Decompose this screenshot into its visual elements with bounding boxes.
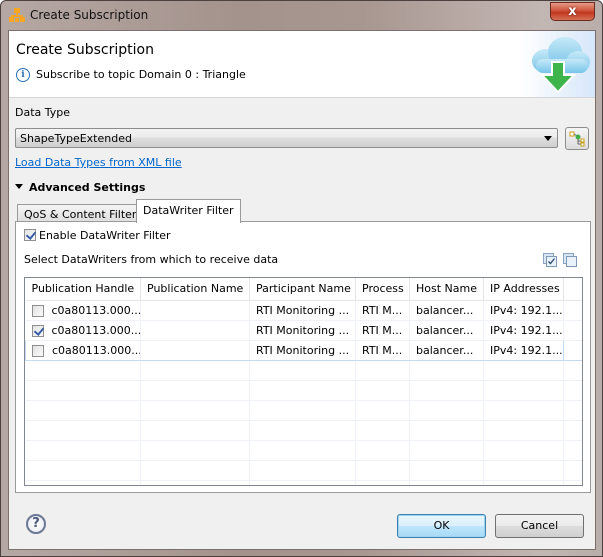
process: RTI M...	[355, 339, 410, 361]
data-type-label: Data Type	[15, 106, 71, 119]
ip-addresses: IPv4: 192.1...	[483, 339, 564, 361]
app-icon	[9, 8, 25, 22]
cancel-button[interactable]: Cancel	[495, 514, 584, 538]
close-icon: x	[568, 4, 577, 19]
header-title: Create Subscription	[16, 42, 154, 58]
host-name: balancer...	[409, 339, 484, 361]
tab-datawriter-filter[interactable]: DataWriter Filter	[136, 199, 241, 223]
host-name: balancer...	[409, 300, 484, 321]
participant-name: RTI Monitoring ...	[249, 339, 356, 361]
window-title: Create Subscription	[30, 8, 149, 22]
table-header-row: Publication Handle Publication Name Part…	[25, 278, 582, 301]
row-checkbox[interactable]	[31, 324, 44, 337]
publication-name	[140, 320, 250, 341]
empty-row	[25, 480, 582, 485]
datawriter-filter-panel: Enable DataWriter Filter Select DataWrit…	[15, 221, 591, 493]
table-row[interactable]: c0a80113.000... RTI Monitoring ... RTI M…	[25, 320, 582, 341]
tab-qos-content-filter[interactable]: QoS & Content Filter	[17, 204, 144, 222]
column-header-publication-name[interactable]: Publication Name	[140, 278, 250, 301]
process: RTI M...	[355, 300, 410, 321]
table-row[interactable]: c0a80113.000... RTI Monitoring ... RTI M…	[25, 300, 582, 321]
column-header-process[interactable]: Process	[355, 278, 410, 301]
title-bar[interactable]: Create Subscription x	[1, 1, 602, 30]
empty-row	[25, 440, 582, 461]
host-name: balancer...	[409, 320, 484, 341]
enable-datawriter-filter-label[interactable]: Enable DataWriter Filter	[39, 229, 171, 242]
info-icon: i	[16, 68, 30, 82]
dialog-body: Create Subscription i Subscribe to topic…	[8, 30, 596, 550]
publication-name	[140, 339, 250, 361]
dialog-window: Create Subscription x Create Subscriptio…	[0, 0, 603, 557]
select-datawriters-label: Select DataWriters from which to receive…	[24, 253, 279, 266]
close-button[interactable]: x	[550, 2, 595, 21]
deselect-all-icon[interactable]	[563, 253, 577, 267]
dialog-header: Create Subscription i Subscribe to topic…	[9, 31, 595, 98]
browse-types-button[interactable]	[565, 127, 589, 150]
cloud-download-icon	[532, 37, 590, 94]
column-header-publication-handle[interactable]: Publication Handle	[25, 278, 141, 301]
publication-name	[140, 300, 250, 321]
type-tree-icon	[569, 131, 585, 147]
data-type-value: ShapeTypeExtended	[20, 132, 132, 145]
advanced-settings-toggle[interactable]: Advanced Settings	[29, 181, 145, 194]
column-header-ip-addresses[interactable]: IP Addresses	[483, 278, 564, 301]
row-checkbox[interactable]	[31, 304, 44, 317]
expand-triangle-icon[interactable]	[15, 182, 23, 190]
banner-image	[521, 31, 595, 97]
table-row[interactable]: c0a80113.000... RTI Monitoring ... RTI M…	[25, 339, 582, 361]
enable-datawriter-filter-checkbox[interactable]	[24, 229, 36, 241]
row-checkbox[interactable]	[32, 344, 44, 357]
process: RTI M...	[355, 320, 410, 341]
participant-name: RTI Monitoring ...	[249, 320, 356, 341]
select-all-icon[interactable]	[543, 253, 557, 267]
empty-row	[25, 460, 582, 481]
publication-handle: c0a80113.000...	[52, 343, 141, 357]
ok-button[interactable]: OK	[397, 514, 486, 538]
empty-row	[25, 400, 582, 421]
empty-row	[25, 360, 582, 381]
publication-handle: c0a80113.000...	[51, 323, 141, 337]
column-header-participant-name[interactable]: Participant Name	[249, 278, 356, 301]
column-header-filler	[563, 278, 582, 301]
header-message: Subscribe to topic Domain 0 : Triangle	[36, 68, 246, 81]
data-type-select[interactable]: ShapeTypeExtended	[15, 128, 558, 148]
datawriters-table: Publication Handle Publication Name Part…	[24, 277, 583, 486]
ip-addresses: IPv4: 192.1...	[483, 300, 564, 321]
column-header-host-name[interactable]: Host Name	[409, 278, 484, 301]
ip-addresses: IPv4: 192.1...	[483, 320, 564, 341]
chevron-down-icon	[544, 136, 552, 141]
help-icon[interactable]: ?	[26, 514, 46, 534]
empty-row	[25, 380, 582, 401]
load-data-types-link[interactable]: Load Data Types from XML file	[15, 156, 182, 169]
publication-handle: c0a80113.000...	[51, 303, 141, 317]
empty-row	[25, 420, 582, 441]
participant-name: RTI Monitoring ...	[249, 300, 356, 321]
